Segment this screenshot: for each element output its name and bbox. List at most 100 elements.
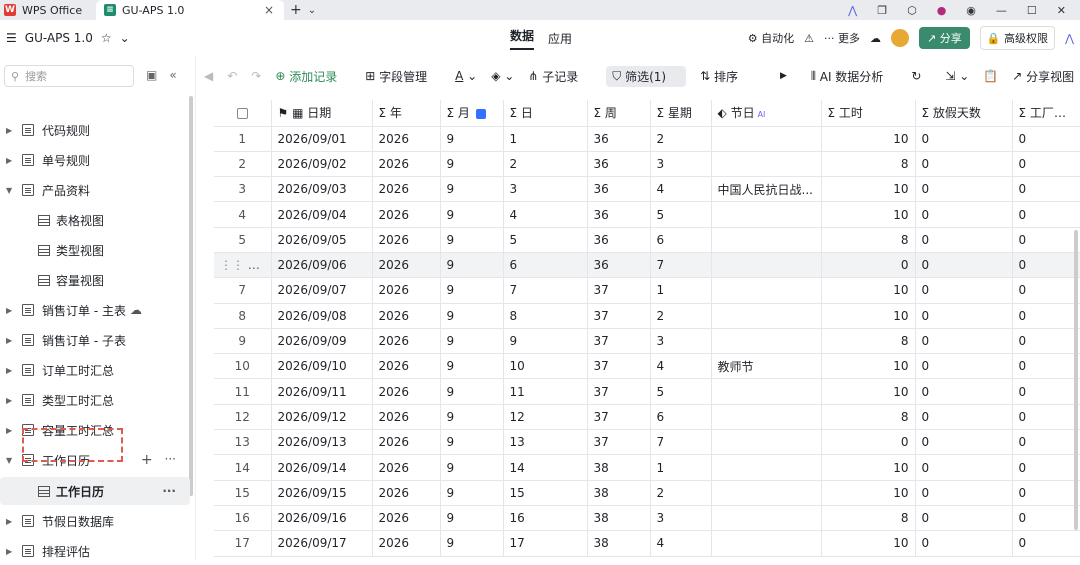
caret-down-icon[interactable]: ▼ (6, 186, 16, 195)
ai-analysis-button[interactable]: ⫴ AI 数据分析 (811, 68, 897, 85)
table-cell[interactable] (711, 328, 822, 355)
table-cell[interactable]: 9 (440, 328, 504, 355)
table-cell[interactable]: 2026 (372, 277, 441, 304)
more-options-icon[interactable]: ··· (162, 484, 176, 498)
table-cell[interactable]: 0 (915, 530, 1013, 557)
row-index[interactable]: 16 (214, 505, 272, 532)
table-cell[interactable]: 7 (650, 252, 712, 279)
table-cell[interactable]: 37 (587, 328, 651, 355)
table-cell[interactable]: 0 (1012, 378, 1080, 405)
table-cell[interactable] (711, 505, 822, 532)
sidebar-item[interactable]: ▶ 单号规则 (0, 146, 190, 174)
table-cell[interactable]: 2026/09/02 (271, 151, 373, 178)
table-cell[interactable]: 0 (915, 303, 1013, 329)
table-cell[interactable]: 8 (821, 151, 916, 178)
column-header-date[interactable]: ⚑ ▦ 日期 (271, 100, 373, 127)
app-icon[interactable]: ● (937, 4, 947, 17)
table-cell[interactable]: 2026 (372, 252, 441, 279)
cube-icon[interactable]: ⬡ (907, 4, 917, 17)
sidebar-item[interactable]: 类型视图 (0, 236, 190, 264)
table-cell[interactable]: 11 (503, 378, 588, 405)
table-cell[interactable]: 5 (650, 201, 712, 228)
table-cell[interactable]: 0 (915, 328, 1013, 355)
table-cell[interactable]: 2026 (372, 429, 441, 456)
table-row[interactable]: 11 2026/09/11 2026 9 11 37 5 10 0 0 (214, 378, 1080, 405)
table-cell[interactable]: 17 (503, 530, 588, 557)
table-cell[interactable]: 10 (821, 378, 916, 405)
table-cell[interactable]: 0 (1012, 404, 1080, 431)
table-cell[interactable]: 2026/09/03 (271, 176, 373, 203)
clipboard-icon[interactable]: 📋 (983, 69, 998, 83)
row-index[interactable]: 14 (214, 454, 272, 481)
table-cell[interactable] (711, 480, 822, 506)
table-cell[interactable]: 1 (650, 277, 712, 304)
table-cell[interactable]: 2026 (372, 176, 441, 203)
table-row[interactable]: ⋮⋮ ⤢2026/09/06202696367000 (214, 252, 1080, 279)
table-cell[interactable]: 8 (821, 227, 916, 253)
table-cell[interactable]: 37 (587, 277, 651, 304)
table-cell[interactable]: 0 (1012, 429, 1080, 456)
table-cell[interactable]: 2026 (372, 151, 441, 178)
table-cell[interactable]: 2026/09/09 (271, 328, 373, 355)
row-index[interactable]: 10 (214, 353, 272, 380)
table-cell[interactable]: 2 (650, 303, 712, 329)
collapse-sidebar-icon[interactable]: « (169, 68, 176, 82)
menu-icon[interactable]: ☰ (6, 31, 17, 45)
table-cell[interactable]: 8 (821, 505, 916, 532)
caret-right-icon[interactable]: ▶ (6, 366, 16, 375)
table-cell[interactable]: 10 (821, 480, 916, 506)
table-cell[interactable]: 0 (915, 252, 1013, 279)
table-row[interactable]: 17 2026/09/17 2026 9 17 38 4 10 0 0 (214, 530, 1080, 557)
table-cell[interactable]: 中国人民抗日战... (711, 176, 822, 203)
column-header-hours[interactable]: Σ 工时 (821, 100, 916, 127)
table-cell[interactable]: 0 (915, 353, 1013, 380)
minimize-button[interactable]: — (996, 4, 1007, 17)
table-row[interactable]: 5 2026/09/05 2026 9 5 36 6 8 0 0 (214, 227, 1080, 253)
table-cell[interactable]: 8 (503, 303, 588, 329)
table-cell[interactable]: 16 (503, 505, 588, 532)
sidebar-item[interactable]: ▶ 订单工时汇总 (0, 356, 190, 384)
row-index[interactable]: 9 (214, 328, 272, 355)
table-cell[interactable]: 9 (440, 201, 504, 228)
table-cell[interactable]: 9 (440, 454, 504, 481)
table-cell[interactable]: 2026/09/06 (271, 252, 373, 279)
table-cell[interactable]: 36 (587, 176, 651, 203)
table-cell[interactable]: 9 (440, 404, 504, 431)
star-icon[interactable]: ☆ (101, 31, 112, 45)
table-row[interactable]: 13 2026/09/13 2026 9 13 37 7 0 0 0 (214, 429, 1080, 456)
table-cell[interactable]: 2026 (372, 505, 441, 532)
table-cell[interactable]: 37 (587, 404, 651, 431)
table-cell[interactable]: 10 (821, 126, 916, 152)
table-cell[interactable]: 7 (650, 429, 712, 456)
row-index[interactable]: 5 (214, 227, 272, 253)
table-cell[interactable]: 10 (821, 176, 916, 203)
table-cell[interactable]: 9 (440, 353, 504, 380)
table-cell[interactable] (711, 201, 822, 228)
table-cell[interactable]: 4 (650, 530, 712, 557)
table-row[interactable]: 14 2026/09/14 2026 9 14 38 1 10 0 0 (214, 454, 1080, 481)
text-color-button[interactable]: A ⌄ (455, 69, 477, 83)
table-row[interactable]: 10 2026/09/10 2026 9 10 37 4 教师节 10 0 0 (214, 353, 1080, 380)
table-cell[interactable]: 0 (1012, 303, 1080, 329)
table-cell[interactable]: 9 (440, 227, 504, 253)
table-cell[interactable]: 2 (650, 480, 712, 506)
caret-down-icon[interactable]: ▼ (6, 456, 16, 465)
table-cell[interactable]: 8 (821, 404, 916, 431)
row-index[interactable]: 3 (214, 176, 272, 203)
cloud-icon[interactable]: ☁ (870, 32, 881, 45)
table-cell[interactable]: 10 (821, 353, 916, 380)
table-cell[interactable] (711, 227, 822, 253)
table-cell[interactable]: 36 (587, 201, 651, 228)
table-cell[interactable]: 0 (1012, 227, 1080, 253)
table-cell[interactable]: 2026 (372, 454, 441, 481)
table-cell[interactable]: 6 (503, 252, 588, 279)
caret-right-icon[interactable]: ▶ (6, 517, 16, 526)
table-cell[interactable]: 0 (1012, 530, 1080, 557)
table-cell[interactable]: 0 (915, 378, 1013, 405)
field-manage-button[interactable]: ⊞ 字段管理 (365, 68, 441, 85)
table-cell[interactable]: 9 (440, 252, 504, 279)
permission-button[interactable]: 🔒 高级权限 (979, 26, 1055, 50)
table-cell[interactable]: 10 (821, 201, 916, 228)
close-tab-icon[interactable]: × (264, 3, 274, 17)
add-icon[interactable]: + (141, 452, 153, 468)
